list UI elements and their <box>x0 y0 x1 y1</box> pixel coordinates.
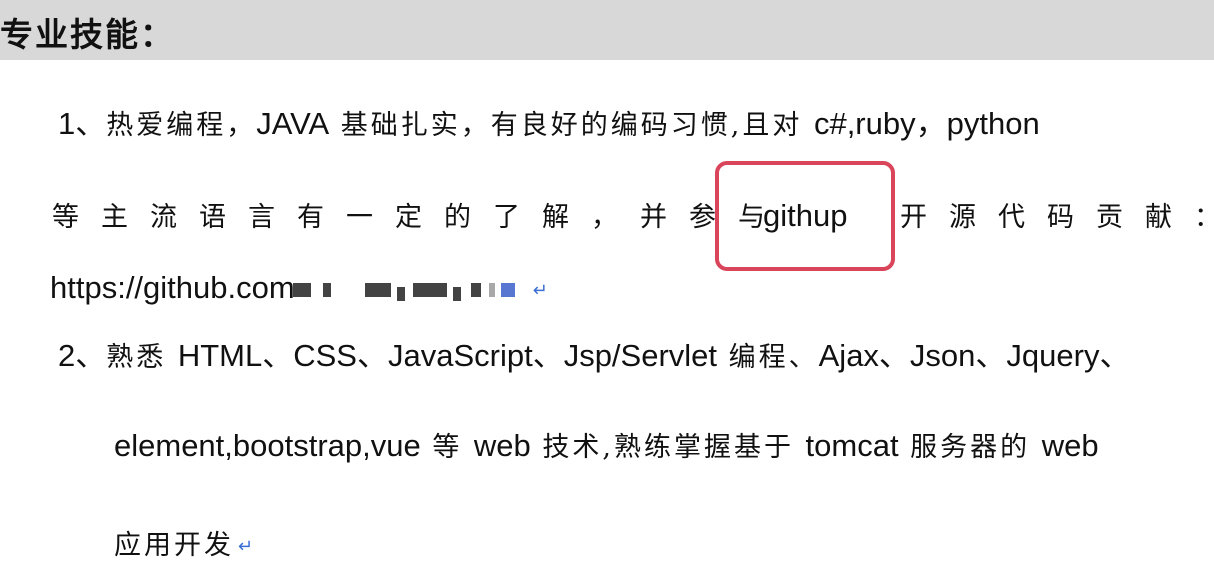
item2-text-a: 熟悉 <box>106 342 178 373</box>
item2-techs2: Ajax、Json、Jquery、 <box>818 338 1131 373</box>
paragraph-mark-icon: ↵ <box>532 279 548 300</box>
item2-line1: 2、熟悉 HTML、CSS、JavaScript、Jsp/Servlet 编程、… <box>58 336 1130 378</box>
item2-line2-d: 技术,熟练掌握基于 <box>530 432 806 463</box>
item2-line2-b: 等 <box>420 432 474 463</box>
item2-number: 2、 <box>58 338 107 373</box>
section-header-bar <box>0 0 1214 60</box>
item1-line2-a: 等主流语言有一定的了解，并参与 <box>52 202 787 233</box>
item2-line2: element,bootstrap,vue 等 web 技术,熟练掌握基于 to… <box>114 426 1099 468</box>
item2-line3-text: 应用开发 <box>114 530 234 561</box>
item1-url-line: https://github.com ↵ <box>50 268 548 310</box>
item1-line2: 等主流语言有一定的了解，并参与 <box>52 196 787 238</box>
item2-text-b: 编程、 <box>717 342 819 373</box>
annotation-highlight-box <box>715 161 895 271</box>
item2-line2-f: 服务器的 <box>898 432 1042 463</box>
redacted-url-mask <box>292 277 529 303</box>
item2-line2-g: web <box>1041 428 1099 463</box>
item1-line1: 1、热爱编程，JAVA 基础扎实，有良好的编码习惯,且对 c#,ruby，pyt… <box>58 104 1040 146</box>
paragraph-mark-icon: ↵ <box>238 535 254 556</box>
item1-line2-b: 开源代码贡献： <box>900 202 1214 233</box>
section-title: 专业技能： <box>0 15 175 54</box>
item2-line3: 应用开发 ↵ <box>114 524 253 566</box>
item2-line2-c: web <box>473 428 531 463</box>
item1-number: 1、 <box>58 106 107 141</box>
item2-line2-e: tomcat <box>805 428 899 463</box>
item1-text-b: 基础扎实，有良好的编码习惯, <box>329 110 743 141</box>
item1-java: JAVA <box>256 106 330 141</box>
item1-text-a: 热爱编程， <box>106 110 257 141</box>
item1-url: https://github.com <box>50 270 295 305</box>
item2-line2-a: element,bootstrap,vue <box>114 428 421 463</box>
item1-langs: c#,ruby，python <box>813 106 1040 141</box>
item2-techs: HTML、CSS、JavaScript、Jsp/Servlet <box>177 338 718 373</box>
item1-text-c: 且对 <box>742 110 814 141</box>
item1-line2-b-wrap: 开源代码贡献： <box>900 196 1214 238</box>
